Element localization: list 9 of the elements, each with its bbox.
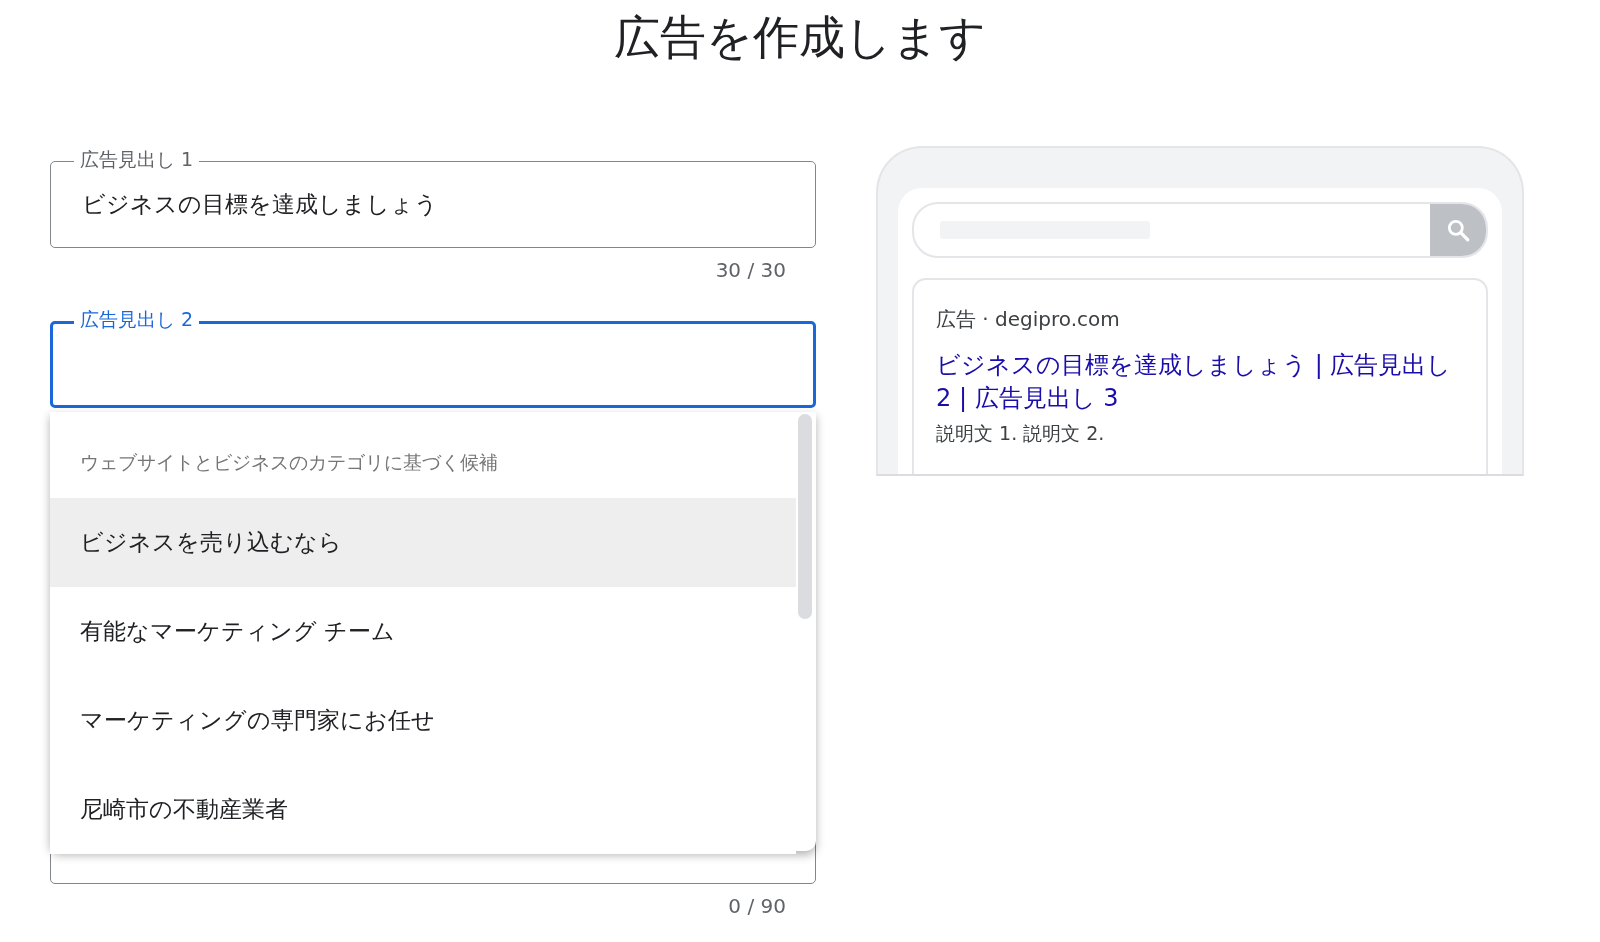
ad-description: 説明文 1. 説明文 2. xyxy=(936,421,1106,446)
character-counter: 0 / 90 xyxy=(728,894,786,920)
ad-url: 広告 · degipro.com xyxy=(936,306,1121,333)
field-value: ビジネスの目標を達成しましょう xyxy=(82,190,438,219)
character-counter: 30 / 30 xyxy=(715,258,786,284)
suggestion-header: ウェブサイトとビジネスのカテゴリに基づく候補 xyxy=(79,450,499,475)
field-label: 広告見出し 2 xyxy=(74,308,200,330)
page-title: 広告を作成します xyxy=(614,9,986,66)
field-label: 広告見出し 1 xyxy=(74,148,200,170)
